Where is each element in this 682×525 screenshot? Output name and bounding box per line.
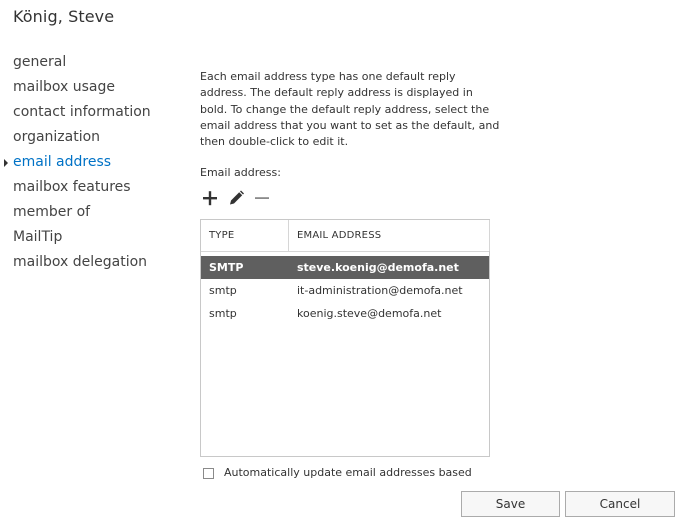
table-row[interactable]: smtp koenig.steve@demofa.net (201, 302, 489, 325)
column-header-email-address[interactable]: EMAIL ADDRESS (297, 220, 381, 251)
table-row[interactable]: SMTP steve.koenig@demofa.net (201, 256, 489, 279)
table-row[interactable]: smtp it-administration@demofa.net (201, 279, 489, 302)
table-body: SMTP steve.koenig@demofa.net smtp it-adm… (201, 256, 489, 325)
nav-item-label: member of (13, 204, 91, 220)
cell-type: smtp (209, 284, 237, 297)
column-divider (489, 220, 490, 251)
auto-update-label: Automatically update email addresses bas… (224, 467, 472, 479)
nav-item-label: organization (13, 129, 101, 145)
table-header: TYPE EMAIL ADDRESS (201, 220, 490, 252)
auto-update-checkbox[interactable] (203, 468, 214, 479)
email-address-label: Email address: (200, 166, 281, 179)
minus-icon[interactable] (252, 188, 272, 208)
auto-update-option: Automatically update email addresses bas… (203, 467, 503, 480)
email-address-table: TYPE EMAIL ADDRESS SMTP steve.koenig@dem… (200, 219, 490, 457)
cancel-button[interactable]: Cancel (565, 491, 675, 517)
selected-arrow-icon (4, 159, 8, 167)
window-title: König, Steve (13, 7, 115, 26)
nav-item-organization[interactable]: organization (0, 125, 190, 150)
cell-type: smtp (209, 307, 237, 320)
nav-item-label: mailbox usage (13, 79, 115, 95)
nav-item-label: mailbox delegation (13, 254, 148, 270)
cell-email-address: koenig.steve@demofa.net (297, 307, 442, 320)
nav-item-email-address[interactable]: email address (0, 150, 190, 175)
plus-icon[interactable] (200, 188, 220, 208)
column-divider (288, 220, 289, 251)
nav-item-mailtip[interactable]: MailTip (0, 225, 190, 250)
email-address-description: Each email address type has one default … (200, 70, 500, 149)
pencil-icon[interactable] (226, 188, 246, 208)
nav-item-mailbox-usage[interactable]: mailbox usage (0, 75, 190, 100)
nav-item-label: general (13, 54, 67, 70)
nav-item-contact-information[interactable]: contact information (0, 100, 190, 125)
sidebar-nav: general mailbox usage contact informatio… (0, 50, 190, 275)
cell-email-address: it-administration@demofa.net (297, 284, 463, 297)
cell-type: SMTP (209, 261, 244, 274)
nav-item-mailbox-features[interactable]: mailbox features (0, 175, 190, 200)
nav-item-label: contact information (13, 104, 151, 120)
nav-item-label: email address (13, 154, 112, 170)
column-header-type[interactable]: TYPE (209, 220, 234, 251)
nav-item-label: MailTip (13, 229, 63, 245)
cell-email-address: steve.koenig@demofa.net (297, 261, 459, 274)
nav-item-mailbox-delegation[interactable]: mailbox delegation (0, 250, 190, 275)
save-button[interactable]: Save (461, 491, 560, 517)
nav-item-member-of[interactable]: member of (0, 200, 190, 225)
nav-item-label: mailbox features (13, 179, 131, 195)
nav-item-general[interactable]: general (0, 50, 190, 75)
